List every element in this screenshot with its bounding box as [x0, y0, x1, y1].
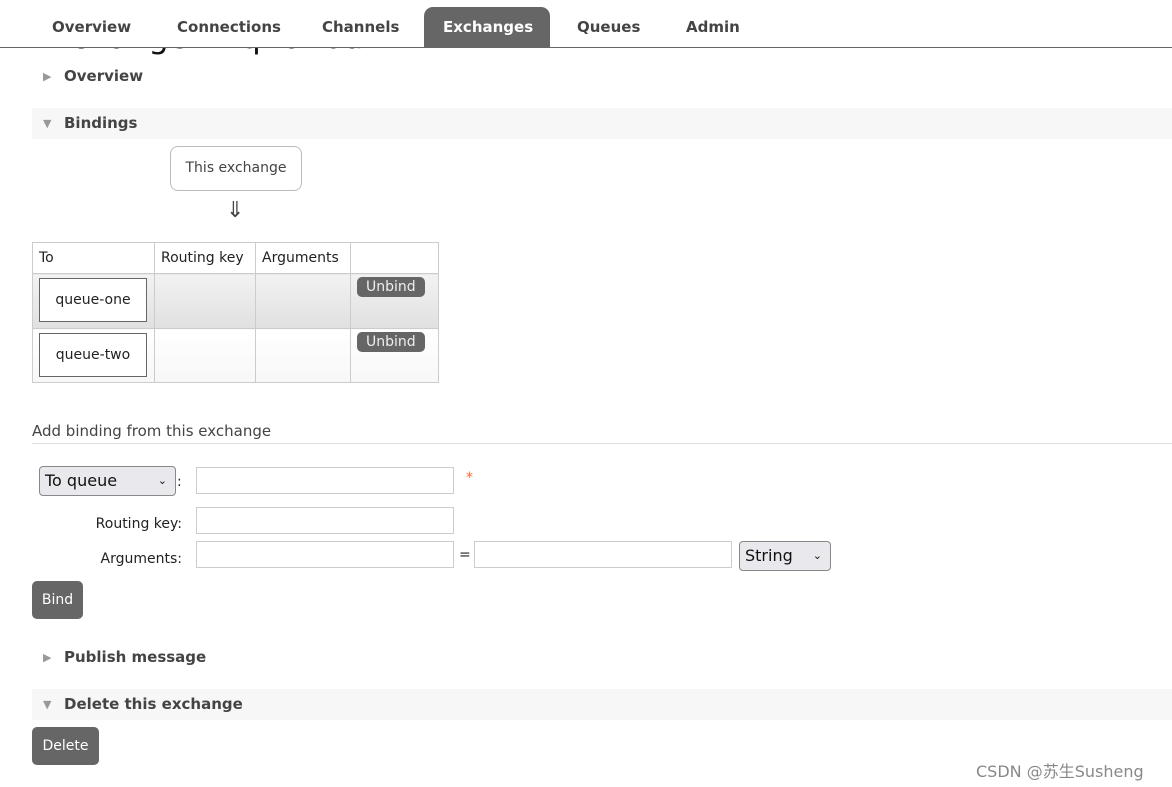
triangle-right-icon: ▶	[43, 70, 52, 83]
column-header	[350, 242, 439, 274]
table-row: queue-one Unbind	[32, 273, 439, 329]
tab-queues[interactable]: Queues	[558, 7, 659, 47]
section-label: Delete this exchange	[64, 695, 243, 713]
delete-button[interactable]: Delete	[32, 727, 99, 765]
colon-label: :	[177, 474, 182, 490]
section-label: Publish message	[64, 648, 207, 666]
arguments-cell	[255, 328, 351, 383]
tab-exchanges[interactable]: Exchanges	[424, 7, 550, 47]
column-header: To	[32, 242, 155, 274]
this-exchange-box: This exchange	[170, 146, 302, 191]
section-bindings[interactable]: ▼ Bindings	[32, 108, 1172, 139]
destination-type-select[interactable]: To queue ⌄	[39, 466, 176, 496]
watermark: CSDN @苏生Susheng	[976, 762, 1144, 781]
arguments-label: Arguments:	[100, 551, 182, 567]
section-overview[interactable]: ▶ Overview	[32, 61, 1172, 92]
triangle-down-icon: ▼	[43, 117, 52, 130]
tab-overview[interactable]: Overview	[33, 7, 150, 47]
argument-value-input[interactable]	[474, 541, 732, 568]
section-label: Bindings	[64, 114, 138, 132]
section-label: Overview	[64, 67, 144, 85]
chevron-down-icon: ⌄	[812, 549, 822, 562]
tab-connections[interactable]: Connections	[158, 7, 300, 47]
add-binding-heading: Add binding from this exchange	[32, 422, 1172, 444]
destination-input[interactable]	[196, 467, 454, 494]
argument-type-select[interactable]: String ⌄	[739, 541, 831, 571]
top-nav: Overview Connections Channels Exchanges …	[0, 0, 1172, 48]
queue-link[interactable]: queue-one	[39, 278, 147, 322]
unbind-button[interactable]: Unbind	[357, 332, 425, 352]
tab-admin[interactable]: Admin	[667, 7, 759, 47]
triangle-right-icon: ▶	[43, 651, 52, 664]
routing-key-cell	[154, 273, 256, 329]
column-header: Routing key	[154, 242, 256, 274]
column-header: Arguments	[255, 242, 351, 274]
argument-key-input[interactable]	[196, 541, 454, 568]
select-value: String	[745, 546, 793, 565]
arrow-down-icon: ⇓	[226, 198, 245, 223]
section-publish-message[interactable]: ▶ Publish message	[32, 642, 1172, 673]
tab-channels[interactable]: Channels	[303, 7, 418, 47]
bind-button[interactable]: Bind	[32, 581, 83, 619]
routing-key-cell	[154, 328, 256, 383]
section-delete-exchange[interactable]: ▼ Delete this exchange	[32, 689, 1172, 720]
routing-key-label: Routing key:	[95, 516, 182, 532]
select-value: To queue	[45, 471, 118, 490]
chevron-down-icon: ⌄	[157, 474, 167, 487]
queue-link[interactable]: queue-two	[39, 333, 147, 377]
unbind-button[interactable]: Unbind	[357, 277, 425, 297]
required-marker: *	[466, 470, 473, 486]
bindings-table: To Routing key Arguments queue-one Unbin…	[32, 242, 439, 383]
table-row: queue-two Unbind	[32, 328, 439, 383]
triangle-down-icon: ▼	[43, 698, 52, 711]
routing-key-input[interactable]	[196, 507, 454, 534]
arguments-cell	[255, 273, 351, 329]
equals-label: =	[459, 547, 471, 563]
